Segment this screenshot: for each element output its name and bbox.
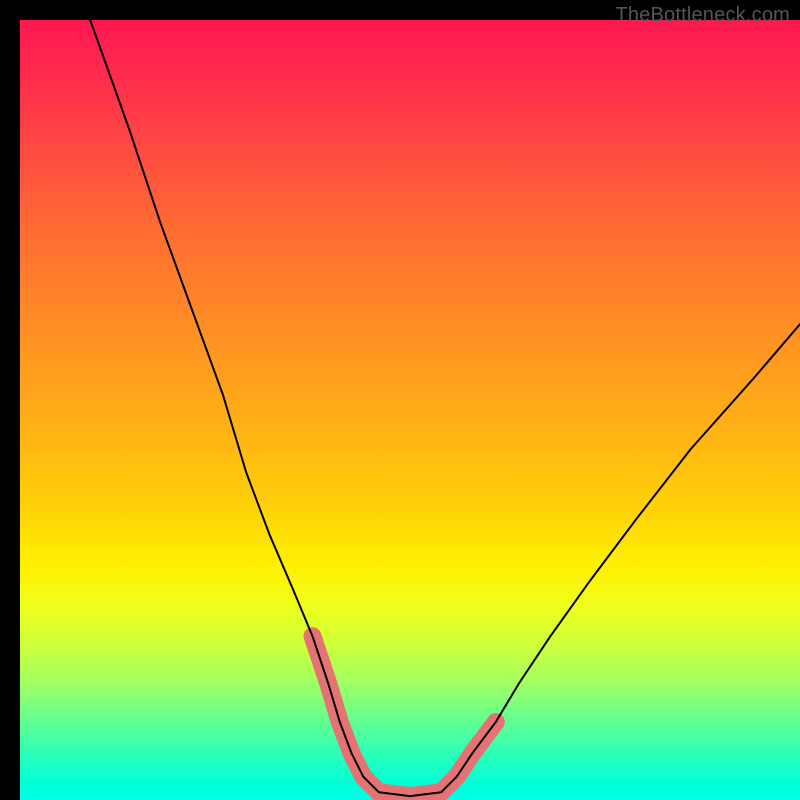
bottleneck-curve: [90, 20, 800, 796]
optimal-range-highlight: [313, 636, 496, 796]
plot-area: [20, 20, 800, 800]
chart-container: TheBottleneck.com: [0, 0, 800, 800]
watermark-label: TheBottleneck.com: [615, 4, 790, 27]
chart-svg: [20, 20, 800, 800]
